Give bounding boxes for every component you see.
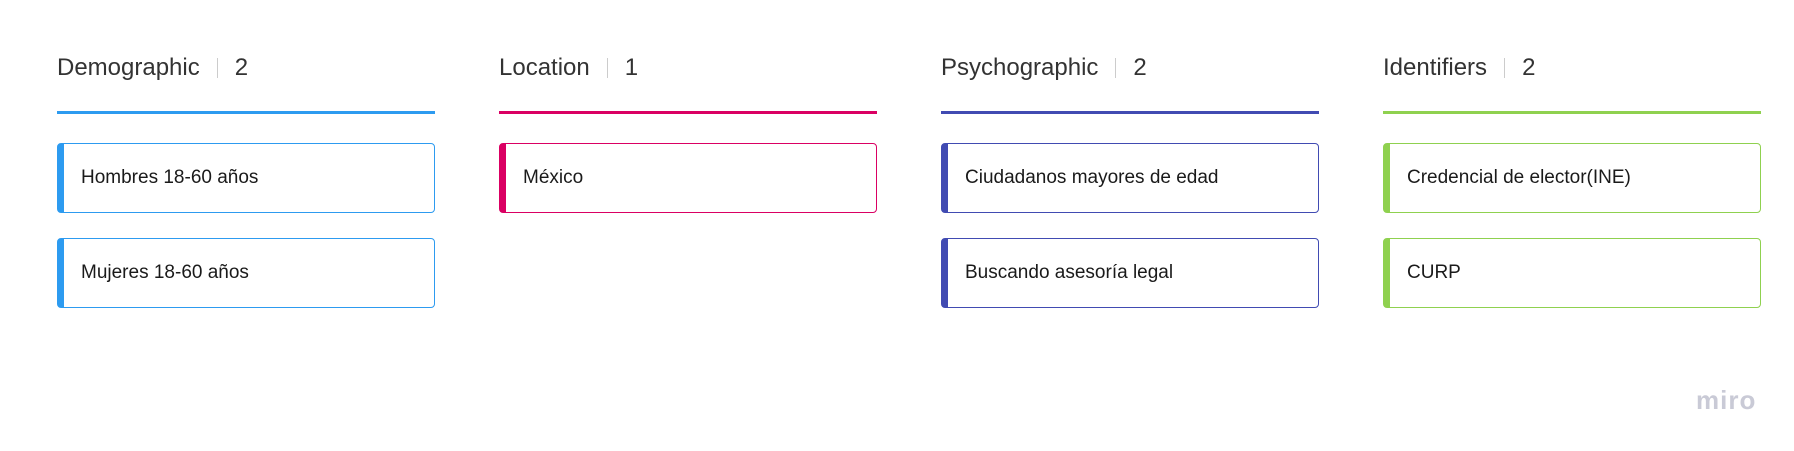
column-underline <box>1383 111 1761 114</box>
column-title: Psychographic <box>941 54 1099 81</box>
card[interactable]: Hombres 18-60 años <box>57 143 435 213</box>
divider <box>216 58 218 78</box>
card-text: Credencial de elector(INE) <box>1407 167 1631 188</box>
card-text: Buscando asesoría legal <box>965 262 1174 283</box>
card-text: Hombres 18-60 años <box>81 167 259 188</box>
column-title: Identifiers <box>1383 54 1488 81</box>
card[interactable]: México <box>499 143 877 213</box>
card[interactable]: Buscando asesoría legal <box>941 238 1319 308</box>
column-header: Identifiers 2 <box>1383 54 1535 82</box>
column-underline <box>499 111 877 114</box>
divider <box>1504 58 1506 78</box>
card[interactable]: CURP <box>1383 238 1761 308</box>
miro-logo: miro <box>1696 385 1757 415</box>
column-underline <box>57 111 435 114</box>
card[interactable]: Credencial de elector(INE) <box>1383 143 1761 213</box>
divider <box>606 58 608 78</box>
card-text: Mujeres 18-60 años <box>81 262 249 283</box>
card[interactable]: Mujeres 18-60 años <box>57 238 435 308</box>
column-count: 1 <box>624 54 639 81</box>
column-header: Location 1 <box>499 54 638 82</box>
card-text: México <box>523 167 584 188</box>
divider <box>1115 58 1117 78</box>
column-title: Location <box>499 54 590 81</box>
column-header: Psychographic 2 <box>941 54 1147 82</box>
column-count: 2 <box>234 54 249 81</box>
card[interactable]: Ciudadanos mayores de edad <box>941 143 1319 213</box>
column-underline <box>941 111 1319 114</box>
column-count: 2 <box>1133 54 1147 81</box>
card-text: Ciudadanos mayores de edad <box>965 167 1219 188</box>
column-count: 2 <box>1522 54 1536 81</box>
column-title: Demographic <box>57 54 200 81</box>
card-text: CURP <box>1407 262 1461 283</box>
column-header: Demographic 2 <box>57 54 248 82</box>
